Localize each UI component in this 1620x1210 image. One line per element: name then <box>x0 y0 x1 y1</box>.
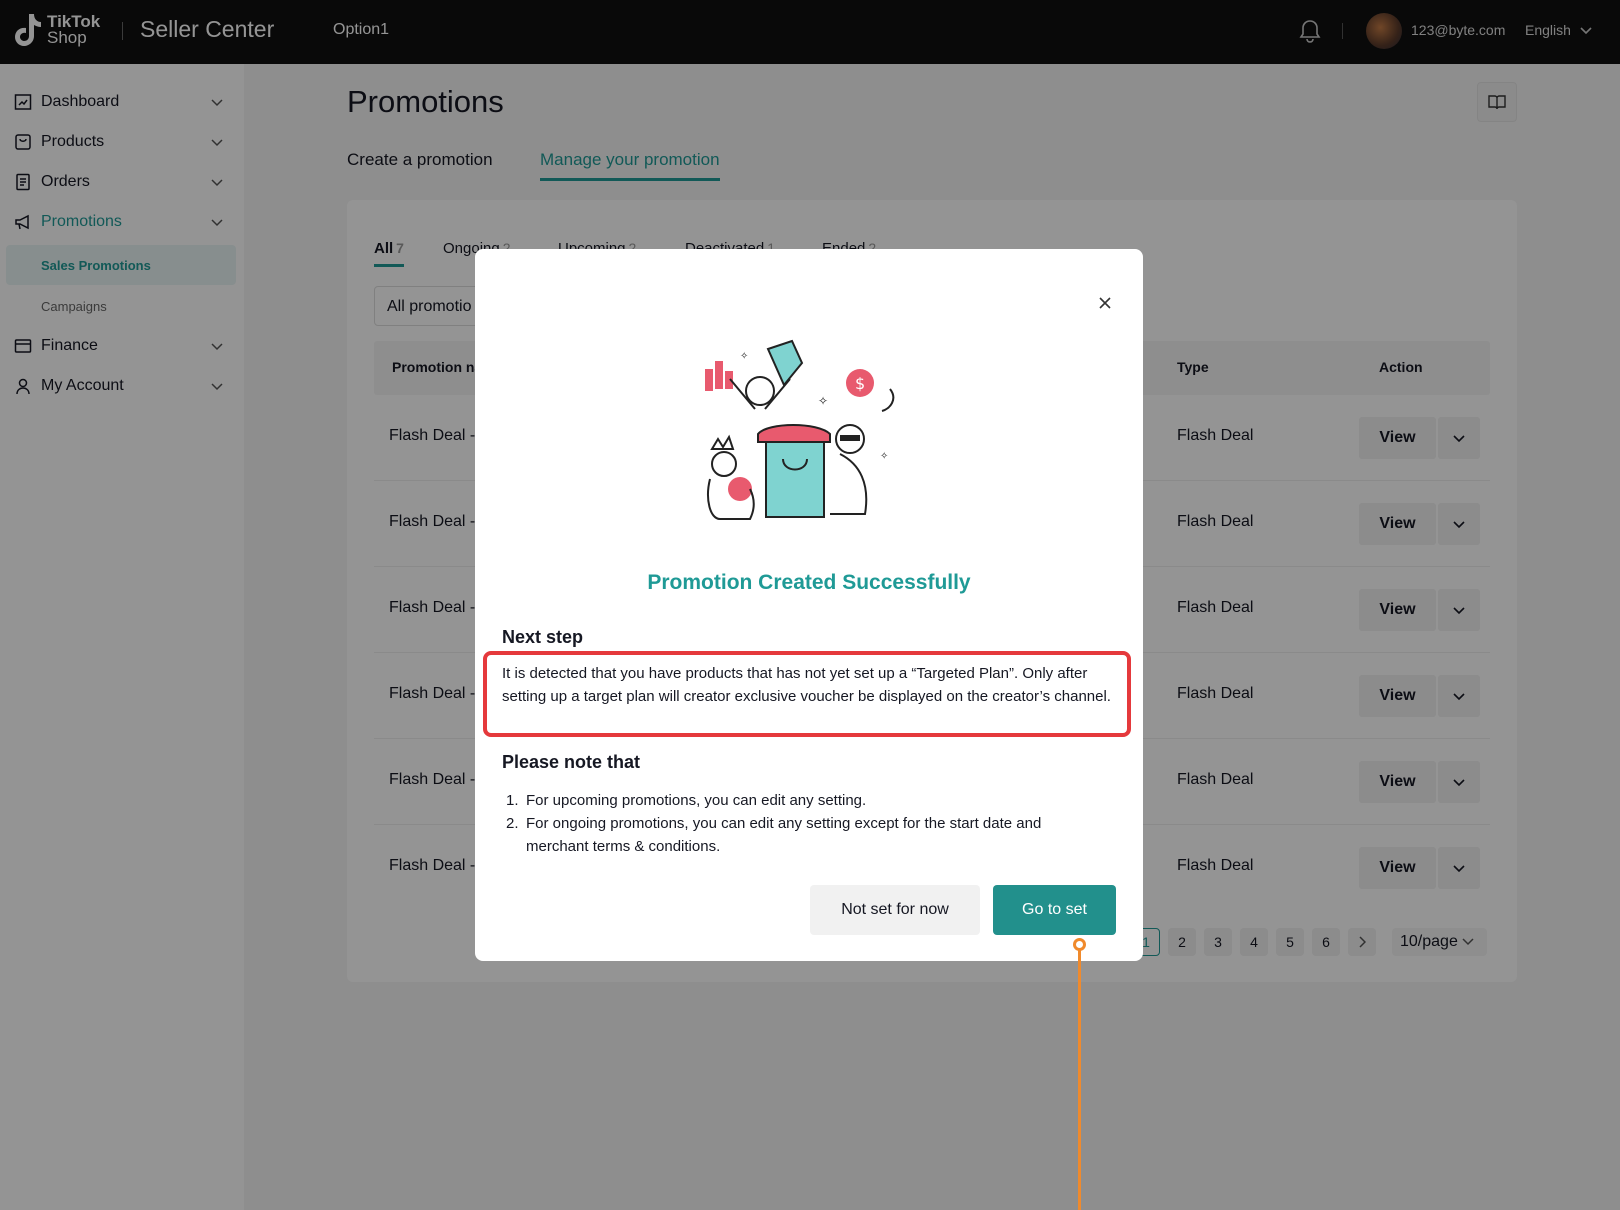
promotion-created-modal: $ ✧ ✧ ✧ Promotion Created Successfully N… <box>475 249 1143 961</box>
note-heading: Please note that <box>502 752 641 772</box>
note-text: For ongoing promotions, you can edit any… <box>526 815 1042 855</box>
svg-text:✧: ✧ <box>818 394 828 408</box>
note-list: 1. For upcoming promotions, you can edit … <box>502 789 1102 858</box>
annotation-pointer-line <box>1078 946 1081 1210</box>
svg-text:✧: ✧ <box>880 451 888 462</box>
go-to-set-button[interactable]: Go to set <box>993 885 1116 935</box>
svg-text:✧: ✧ <box>740 351 748 362</box>
next-step-text: It is detected that you have products th… <box>502 665 1111 705</box>
modal-title: Promotion Created Successfully <box>647 571 971 594</box>
note-item: 1. For upcoming promotions, you can edit … <box>506 792 867 809</box>
close-icon[interactable] <box>1095 293 1115 313</box>
note-item: 2. For ongoing promotions, you can edit a… <box>506 815 1042 855</box>
svg-text:$: $ <box>855 374 865 393</box>
annotation-pointer-dot <box>1073 938 1086 951</box>
next-step-heading: Next step <box>502 627 584 647</box>
celebration-illustration: $ ✧ ✧ ✧ <box>705 339 895 520</box>
not-set-for-now-button[interactable]: Not set for now <box>810 885 980 935</box>
note-text: For upcoming promotions, you can edit an… <box>526 792 867 809</box>
